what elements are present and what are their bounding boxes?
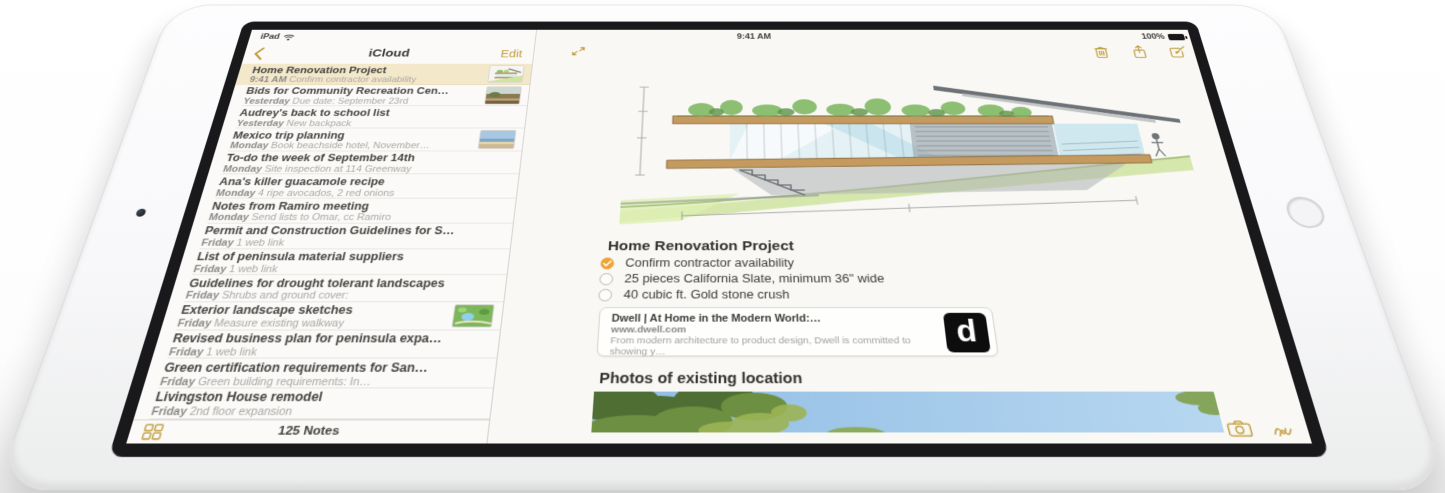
note-toolbar: [1092, 45, 1189, 59]
list-item[interactable]: Bids for Community Recreation Cen… Yeste…: [229, 85, 530, 107]
note-thumbnail-sketch: [487, 65, 524, 83]
note-thumbnail-beach: [478, 130, 517, 149]
photo-stage: iPad 9:41 AM 100%: [0, 0, 1445, 493]
clock: 9:41 AM: [737, 33, 771, 41]
list-item[interactable]: Guidelines for drought tolerant landscap…: [169, 275, 506, 302]
checklist-item: 25 pieces California Slate, minimum 36" …: [599, 272, 885, 285]
wifi-icon: [282, 34, 296, 41]
ipad-body: iPad 9:41 AM 100%: [0, 5, 1445, 490]
list-item[interactable]: Mexico trip planning Monday Book beachsi…: [215, 128, 524, 151]
list-item[interactable]: Ana's killer guacamole recipe Monday 4 r…: [201, 175, 519, 199]
note-thumbnail-photo: [484, 86, 522, 104]
link-title: Dwell | At Home in the Modern World:…: [611, 313, 935, 325]
link-preview-card[interactable]: Dwell | At Home in the Modern World:… ww…: [596, 307, 999, 356]
list-item[interactable]: Livingston House remodel Friday 2nd floo…: [134, 388, 493, 419]
list-item[interactable]: To-do the week of September 14th Monday …: [208, 151, 522, 174]
notes-sidebar: iCloud Edit Home Renovation Project 9:41…: [126, 30, 537, 444]
checkbox-checked[interactable]: [600, 257, 614, 269]
note-title: Home Renovation Project: [607, 239, 794, 254]
list-item[interactable]: Green certification requirements for San…: [143, 359, 497, 389]
list-item[interactable]: List of peninsula material suppliers Fri…: [177, 249, 509, 275]
section-heading: Photos of existing location: [599, 371, 803, 388]
expand-icon[interactable]: [571, 47, 585, 56]
edit-button[interactable]: Edit: [500, 48, 523, 59]
note-thumbnail-map: [451, 304, 494, 327]
list-item[interactable]: Audrey's back to school list Yesterday N…: [222, 106, 527, 128]
link-url: www.dwell.com: [611, 325, 937, 336]
status-bar: iPad 9:41 AM 100%: [248, 30, 1193, 45]
front-camera: [135, 209, 147, 217]
compose-icon[interactable]: [1168, 46, 1189, 58]
camera-icon[interactable]: [1226, 420, 1254, 436]
carrier-label: iPad: [259, 33, 280, 41]
sketch-scribble-icon[interactable]: [1271, 423, 1294, 437]
list-item[interactable]: Home Renovation Project 9:41 AM Confirm …: [235, 64, 532, 85]
notes-count: 125 Notes: [128, 425, 489, 438]
checkbox-unchecked[interactable]: [598, 289, 612, 301]
list-item[interactable]: Revised business plan for peninsula expa…: [152, 330, 500, 359]
dwell-logo: d: [943, 313, 991, 353]
checklist-item: Confirm contractor availability: [600, 257, 794, 270]
link-description: From modern architecture to product desi…: [609, 335, 939, 357]
sidebar-footer: 125 Notes: [126, 419, 489, 443]
ipad-screen: iPad 9:41 AM 100%: [108, 22, 1329, 457]
location-photo-attachment[interactable]: [591, 392, 1224, 433]
battery-icon: [1167, 34, 1185, 40]
list-item[interactable]: Exterior landscape sketches Friday Measu…: [161, 302, 504, 330]
share-icon[interactable]: [1131, 45, 1148, 59]
house-sketch-attachment[interactable]: [619, 80, 1210, 230]
checkbox-unchecked[interactable]: [599, 273, 613, 285]
checklist-item: 40 cubic ft. Gold stone crush: [598, 288, 790, 301]
folder-title: iCloud: [243, 48, 534, 59]
list-item[interactable]: Permit and Construction Guidelines for S…: [185, 223, 512, 248]
list-item[interactable]: Notes from Ramiro meeting Monday Send li…: [193, 199, 516, 224]
battery-percent: 100%: [1141, 33, 1166, 41]
notes-app: iPad 9:41 AM 100%: [126, 30, 1312, 444]
sidebar-header: iCloud Edit: [242, 44, 535, 63]
notes-list: Home Renovation Project 9:41 AM Confirm …: [134, 64, 532, 419]
trash-icon[interactable]: [1092, 46, 1111, 59]
note-pane: Home Renovation Project Confirm contract…: [489, 30, 1312, 444]
home-button[interactable]: [1282, 197, 1328, 228]
